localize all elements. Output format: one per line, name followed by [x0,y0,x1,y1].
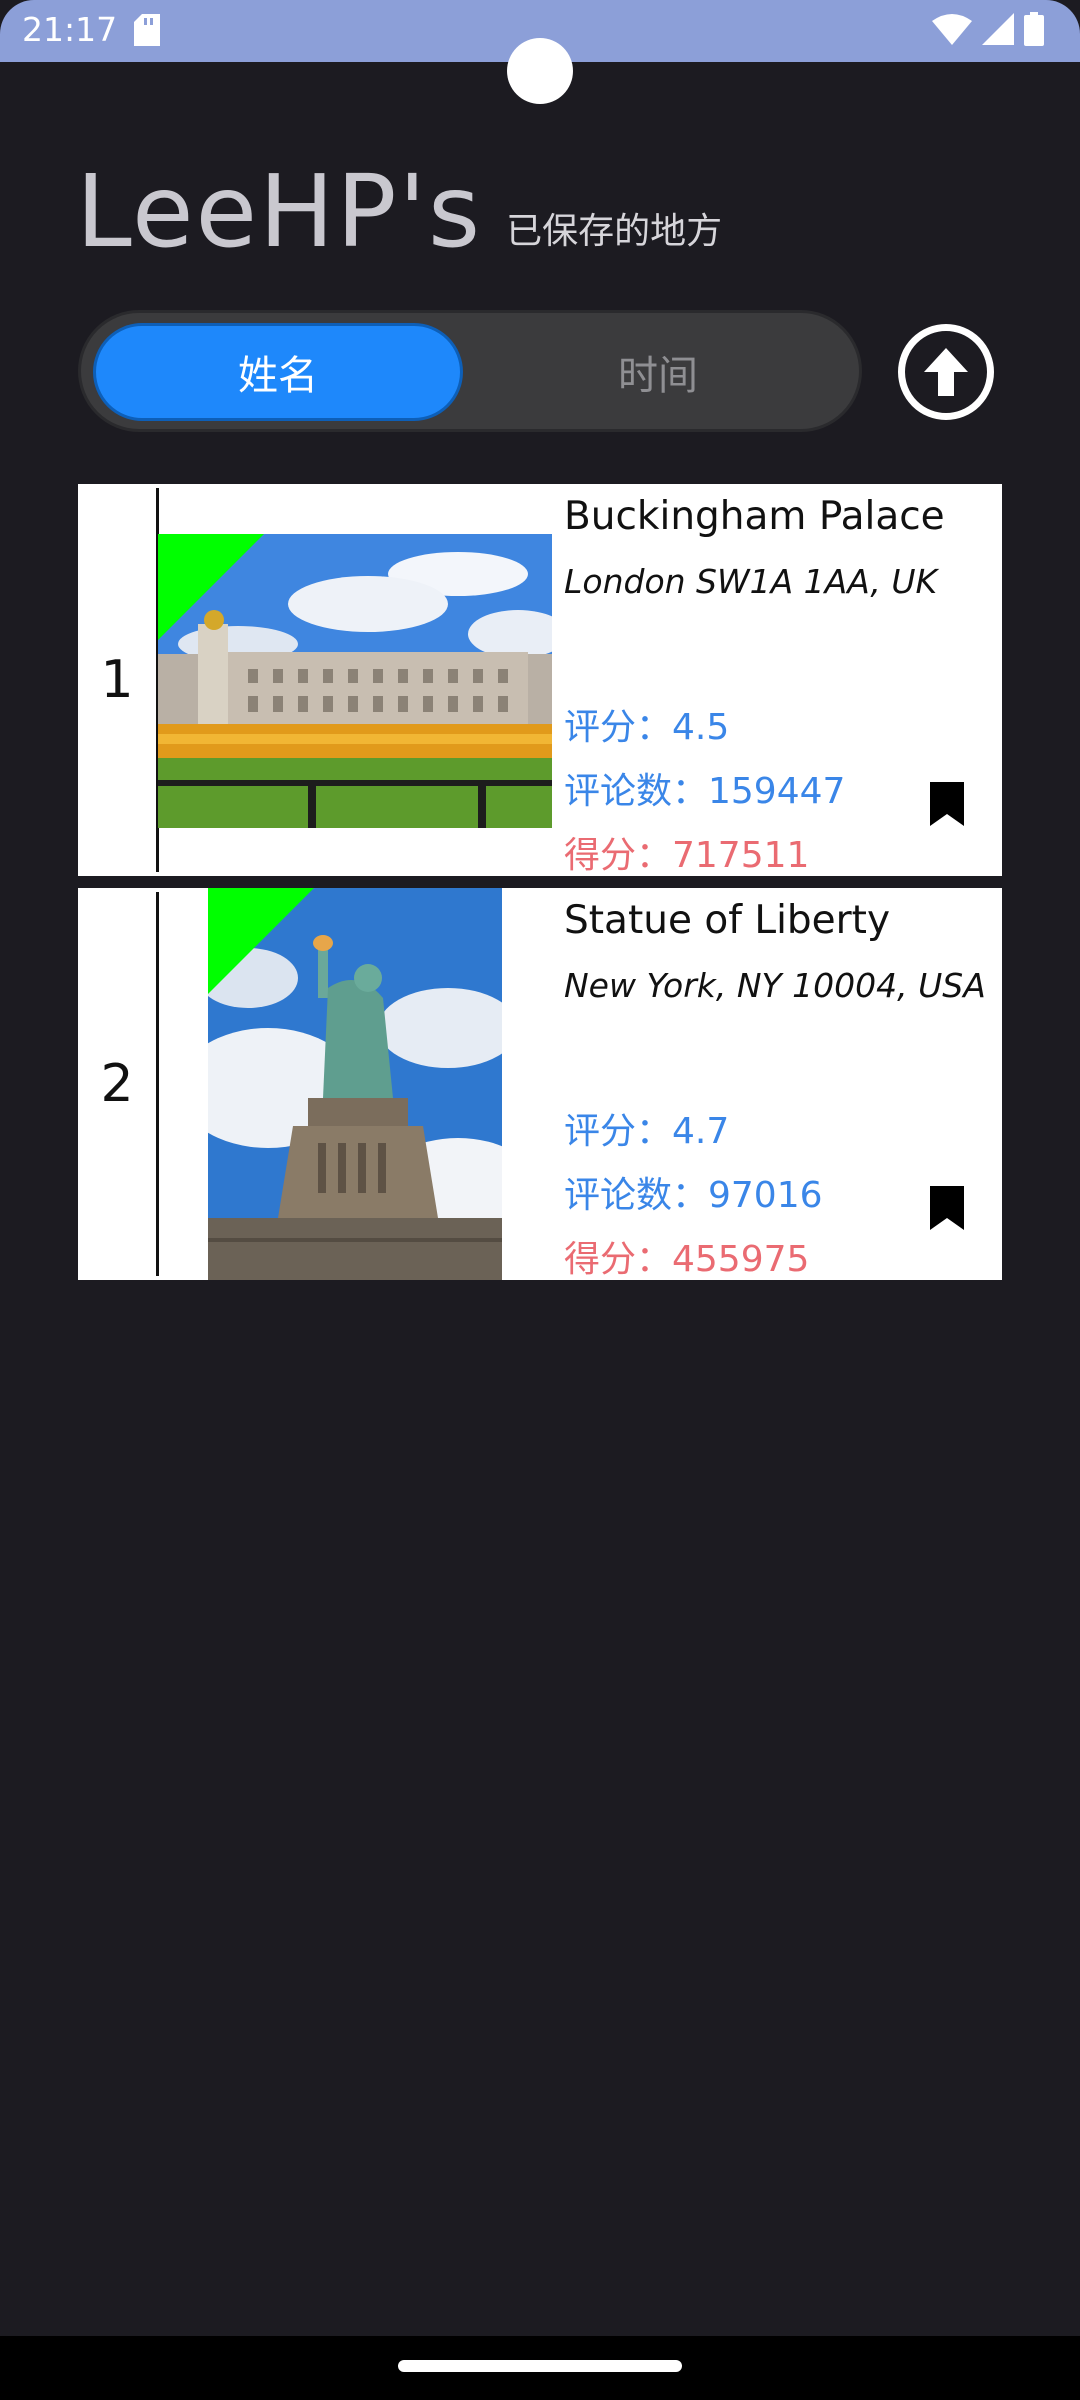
place-reviews: 评论数：97016 [564,1175,823,1216]
camera-cutout [507,38,573,104]
place-score: 得分：717511 [564,835,810,876]
place-photo [208,888,502,1280]
place-index: 2 [100,1054,134,1114]
wifi-icon [932,13,972,49]
page-subtitle: 已保存的地方 [506,211,723,252]
sort-by-time-tab[interactable]: 时间 [465,323,851,421]
sort-by-name-tab[interactable]: 姓名 [93,323,463,421]
arrow-up-icon [924,348,968,396]
page-title: LeeHP's [76,153,483,270]
place-score: 得分：455975 [564,1239,810,1280]
place-card[interactable]: 1 Buckingham Palace London SW1A 1AA, UK … [78,484,1002,876]
place-reviews: 评论数：159447 [564,771,846,812]
sort-segmented-control: 姓名 时间 [78,310,862,432]
sd-card-icon [134,14,160,50]
bookmark-icon[interactable] [928,780,966,832]
status-icons [932,12,1044,50]
bookmark-icon[interactable] [928,1184,966,1236]
status-time: 21:17 [22,10,118,49]
signal-icon [982,13,1014,49]
home-indicator[interactable] [398,2360,682,2372]
place-address: London SW1A 1AA, UK [564,562,938,601]
place-rating: 评分：4.7 [564,1111,730,1152]
new-ribbon [208,888,314,994]
place-name: Statue of Liberty [564,898,891,943]
place-card[interactable]: 2 Statue of Liberty New York, NY 10004, … [78,888,1002,1280]
sort-direction-button[interactable] [898,324,994,420]
place-address: New York, NY 10004, USA [564,966,986,1005]
place-rating: 评分：4.5 [564,707,730,748]
battery-icon [1024,12,1044,50]
place-photo [158,534,552,828]
place-name: Buckingham Palace [564,494,945,539]
page-header: LeeHP's 已保存的地方 [76,152,722,262]
card-divider [156,892,159,1276]
new-ribbon [158,534,264,640]
place-index: 1 [100,650,134,710]
